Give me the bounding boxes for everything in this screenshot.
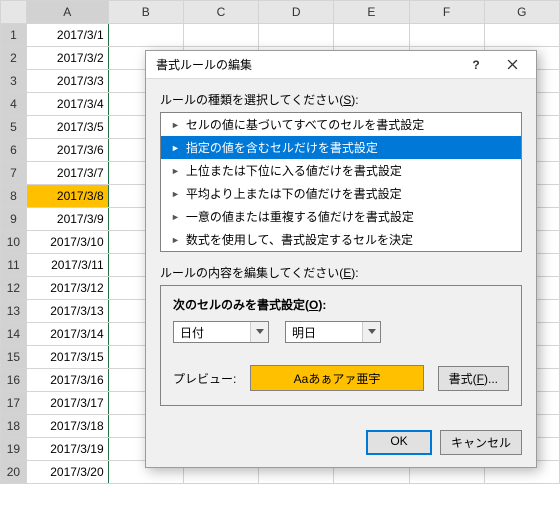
col-header-E[interactable]: E (334, 1, 409, 24)
format-button[interactable]: 書式(F)... (438, 366, 509, 391)
cell[interactable]: 2017/3/7 (26, 162, 108, 185)
row-header[interactable]: 4 (1, 93, 27, 116)
cell[interactable]: 2017/3/11 (26, 254, 108, 277)
format-preview: Aaあぁアァ亜宇 (250, 365, 423, 391)
row-header[interactable]: 3 (1, 70, 27, 93)
cell[interactable]: 2017/3/18 (26, 415, 108, 438)
cell[interactable]: 2017/3/4 (26, 93, 108, 116)
cell[interactable]: 2017/3/3 (26, 70, 108, 93)
cell[interactable] (334, 24, 409, 47)
select-all-corner[interactable] (1, 1, 27, 24)
cell[interactable] (183, 24, 258, 47)
rule-type-item[interactable]: ► 一意の値または重複する値だけを書式設定 (161, 205, 521, 228)
col-header-A[interactable]: A (26, 1, 108, 24)
rule-type-item-label: 一意の値または重複する値だけを書式設定 (186, 208, 414, 225)
cell[interactable]: 2017/3/6 (26, 139, 108, 162)
rule-type-item[interactable]: ► 数式を使用して、書式設定するセルを決定 (161, 228, 521, 251)
cell[interactable]: 2017/3/2 (26, 47, 108, 70)
rule-type-item-label: 上位または下位に入る値だけを書式設定 (186, 162, 402, 179)
preview-label: プレビュー: (173, 370, 236, 387)
rule-type-item[interactable]: ► 平均より上または下の値だけを書式設定 (161, 182, 521, 205)
ok-button[interactable]: OK (366, 430, 432, 455)
rule-type-item-label: セルの値に基づいてすべてのセルを書式設定 (186, 116, 424, 133)
cell[interactable] (484, 24, 559, 47)
cell[interactable]: 2017/3/12 (26, 277, 108, 300)
bullet-icon: ► (171, 235, 180, 245)
row-header[interactable]: 8 (1, 185, 27, 208)
cell[interactable]: 2017/3/14 (26, 323, 108, 346)
rule-content-box: 次のセルのみを書式設定(O): 日付 明日 プレビュー: Aaあぁアァ亜宇 書 (160, 285, 522, 406)
cell[interactable]: 2017/3/20 (26, 461, 108, 484)
dialog-titlebar[interactable]: 書式ルールの編集 ? (146, 51, 536, 79)
bullet-icon: ► (171, 143, 180, 153)
row-header[interactable]: 7 (1, 162, 27, 185)
help-button[interactable]: ? (458, 54, 494, 76)
chevron-down-icon (250, 322, 268, 342)
rule-type-item[interactable]: ► 指定の値を含むセルだけを書式設定 (161, 136, 521, 159)
condition-type-select[interactable]: 日付 (173, 321, 269, 343)
row-header[interactable]: 13 (1, 300, 27, 323)
bullet-icon: ► (171, 166, 180, 176)
cell[interactable]: 2017/3/10 (26, 231, 108, 254)
row-header[interactable]: 10 (1, 231, 27, 254)
row-header[interactable]: 17 (1, 392, 27, 415)
row-header[interactable]: 11 (1, 254, 27, 277)
col-header-G[interactable]: G (484, 1, 559, 24)
dialog-title: 書式ルールの編集 (156, 56, 458, 73)
cell[interactable] (108, 24, 183, 47)
row-header[interactable]: 1 (1, 24, 27, 47)
edit-rule-dialog: 書式ルールの編集 ? ルールの種類を選択してください(S): ► セルの値に基づい… (145, 50, 537, 468)
bullet-icon: ► (171, 189, 180, 199)
col-header-F[interactable]: F (409, 1, 484, 24)
cell[interactable]: 2017/3/13 (26, 300, 108, 323)
rule-type-item[interactable]: ► セルの値に基づいてすべてのセルを書式設定 (161, 113, 521, 136)
cell[interactable]: 2017/3/1 (26, 24, 108, 47)
close-icon (507, 59, 518, 70)
rule-type-list[interactable]: ► セルの値に基づいてすべてのセルを書式設定 ► 指定の値を含むセルだけを書式設定 ► 上… (160, 112, 522, 252)
row-header[interactable]: 14 (1, 323, 27, 346)
row-header[interactable]: 16 (1, 369, 27, 392)
col-header-B[interactable]: B (108, 1, 183, 24)
row-header[interactable]: 18 (1, 415, 27, 438)
cell[interactable]: 2017/3/17 (26, 392, 108, 415)
format-only-label: 次のセルのみを書式設定(O): (173, 296, 509, 313)
bullet-icon: ► (171, 120, 180, 130)
cell[interactable] (259, 24, 334, 47)
row-header[interactable]: 5 (1, 116, 27, 139)
rule-type-item-label: 平均より上または下の値だけを書式設定 (186, 185, 402, 202)
cell[interactable]: 2017/3/15 (26, 346, 108, 369)
row-header[interactable]: 20 (1, 461, 27, 484)
cell[interactable]: 2017/3/19 (26, 438, 108, 461)
rule-type-item-label: 数式を使用して、書式設定するセルを決定 (186, 231, 413, 248)
cancel-button[interactable]: キャンセル (440, 430, 522, 455)
chevron-down-icon (362, 322, 380, 342)
row-header[interactable]: 6 (1, 139, 27, 162)
row-header[interactable]: 12 (1, 277, 27, 300)
cell[interactable]: 2017/3/9 (26, 208, 108, 231)
condition-value-select[interactable]: 明日 (285, 321, 381, 343)
row-header[interactable]: 2 (1, 47, 27, 70)
row-header[interactable]: 9 (1, 208, 27, 231)
rule-type-item[interactable]: ► 上位または下位に入る値だけを書式設定 (161, 159, 521, 182)
close-button[interactable] (494, 54, 530, 76)
rule-type-item-label: 指定の値を含むセルだけを書式設定 (186, 139, 378, 156)
cell[interactable]: 2017/3/16 (26, 369, 108, 392)
bullet-icon: ► (171, 212, 180, 222)
cell[interactable]: 2017/3/8 (26, 185, 108, 208)
col-header-D[interactable]: D (259, 1, 334, 24)
cell[interactable]: 2017/3/5 (26, 116, 108, 139)
col-header-C[interactable]: C (183, 1, 258, 24)
rule-content-label: ルールの内容を編集してください(E): (160, 264, 522, 281)
row-header[interactable]: 19 (1, 438, 27, 461)
row-header[interactable]: 15 (1, 346, 27, 369)
cell[interactable] (409, 24, 484, 47)
rule-type-label: ルールの種類を選択してください(S): (160, 91, 522, 108)
